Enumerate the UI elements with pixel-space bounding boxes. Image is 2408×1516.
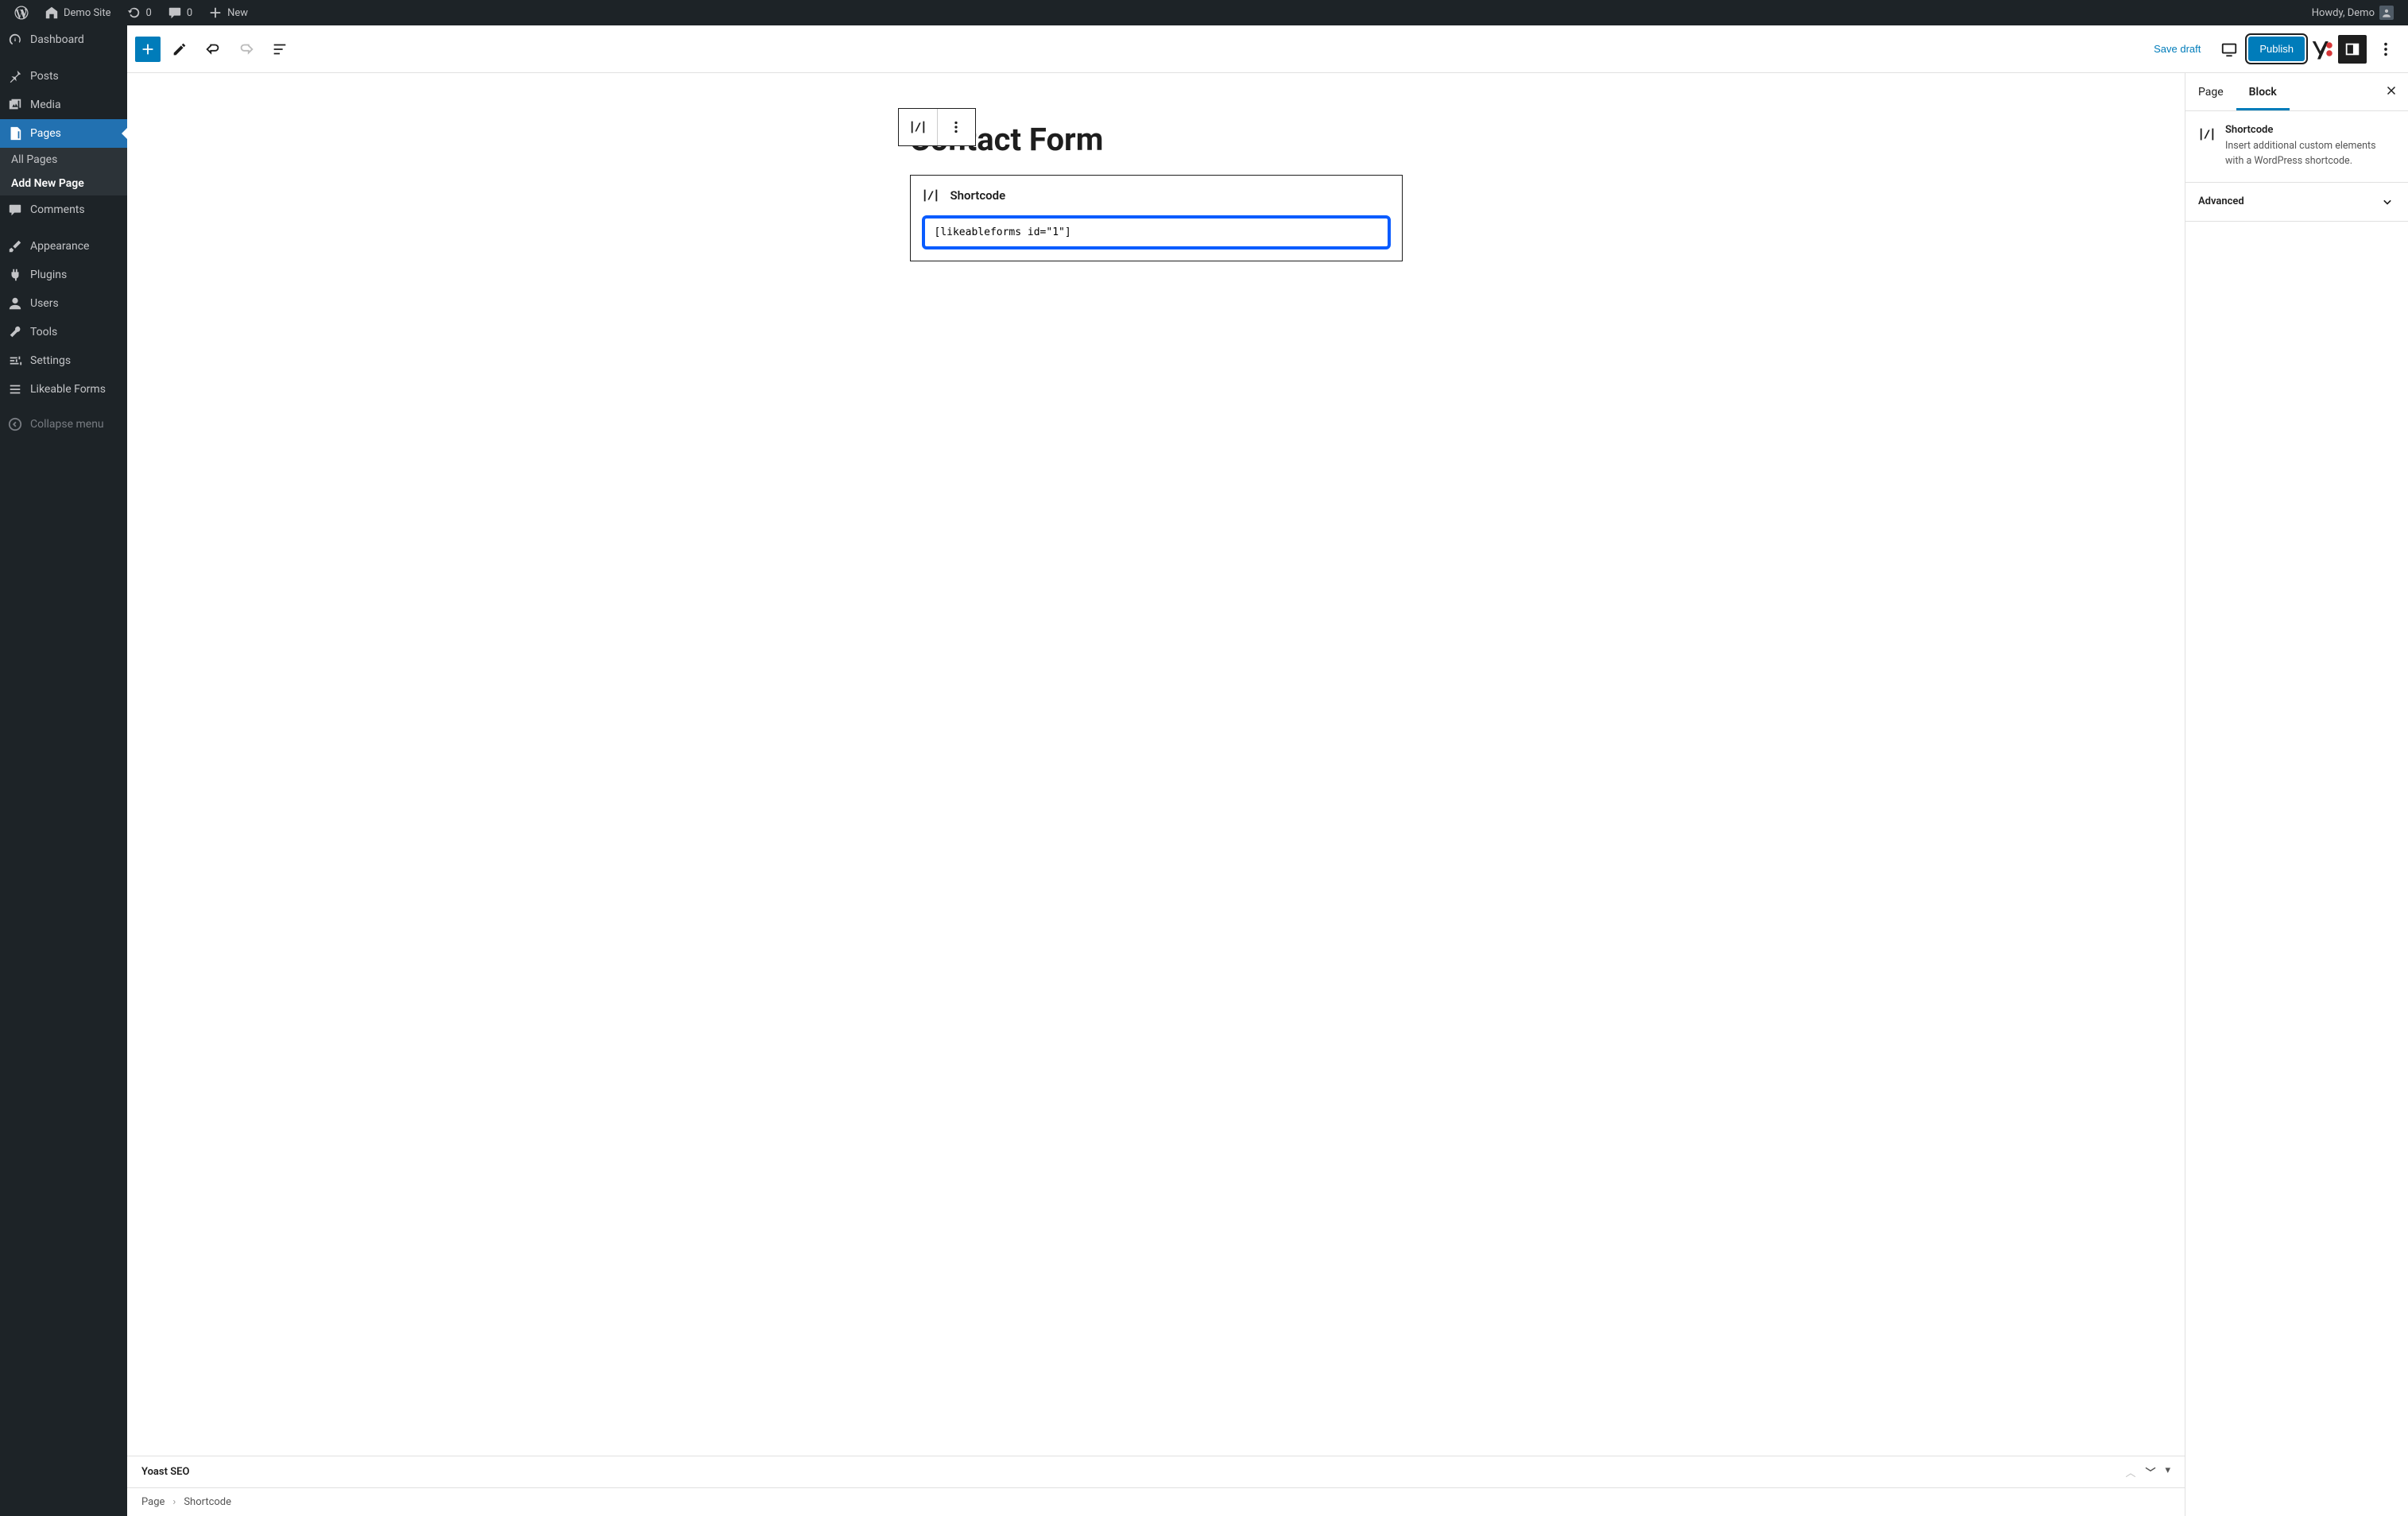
shortcode-input[interactable] — [927, 220, 1386, 245]
block-info-name: Shortcode — [2225, 124, 2395, 136]
plug-icon — [8, 268, 22, 282]
yoast-icon — [2309, 37, 2333, 61]
undo-icon — [204, 41, 222, 58]
site-name: Demo Site — [64, 7, 111, 19]
admin-menu: Dashboard Posts Media Pages All Pages Ad… — [0, 25, 127, 1516]
wordpress-icon — [14, 6, 29, 20]
editor-canvas[interactable]: Contact Form Shortcode — [894, 73, 1419, 325]
submenu-all-pages[interactable]: All Pages — [0, 148, 127, 172]
menu-pages-submenu: All Pages Add New Page — [0, 148, 127, 195]
block-type-button[interactable] — [899, 109, 937, 145]
panel-up-button[interactable]: ︿ — [2125, 1464, 2135, 1479]
document-overview-button[interactable] — [265, 35, 294, 64]
redo-icon — [238, 41, 255, 58]
plus-icon — [208, 6, 223, 20]
save-draft-button[interactable]: Save draft — [2144, 37, 2210, 61]
shortcode-icon — [2198, 126, 2216, 143]
admin-bar: Demo Site 0 0 New Howdy, Demo — [0, 0, 2408, 25]
user-icon — [8, 296, 22, 311]
settings-sidebar: Page Block Shortcode Insert additional c… — [2185, 73, 2408, 1516]
panel-toggle-button[interactable]: ▾ — [2165, 1464, 2170, 1479]
outline-icon — [271, 41, 288, 58]
chevron-right-icon: › — [172, 1496, 176, 1508]
comment-icon — [168, 6, 182, 20]
submenu-add-new-page[interactable]: Add New Page — [0, 172, 127, 195]
pencil-icon — [171, 41, 188, 58]
home-icon — [45, 6, 59, 20]
yoast-seo-panel[interactable]: Yoast SEO ︿ ﹀ ▾ — [127, 1456, 2185, 1487]
tools-button[interactable] — [165, 35, 194, 64]
comments-count: 0 — [187, 7, 192, 19]
shortcode-icon — [922, 187, 939, 204]
menu-tools[interactable]: Tools — [0, 318, 127, 346]
plus-icon — [139, 41, 157, 58]
collapse-icon — [8, 417, 22, 431]
updates-count: 0 — [146, 7, 152, 19]
yoast-seo-label: Yoast SEO — [141, 1466, 189, 1478]
tab-page[interactable]: Page — [2185, 75, 2236, 110]
menu-users[interactable]: Users — [0, 289, 127, 318]
publish-button[interactable]: Publish — [2248, 37, 2305, 61]
menu-posts[interactable]: Posts — [0, 62, 127, 91]
updates-link[interactable]: 0 — [119, 0, 160, 25]
shortcode-icon — [909, 118, 927, 136]
settings-toggle-button[interactable] — [2338, 35, 2367, 64]
editor-header: Save draft Publish — [127, 25, 2408, 73]
post-title[interactable]: Contact Form — [910, 121, 1403, 159]
block-info-description: Insert additional custom elements with a… — [2225, 139, 2395, 169]
site-name-link[interactable]: Demo Site — [37, 0, 119, 25]
block-inserter-button[interactable] — [135, 37, 161, 62]
desktop-icon — [2220, 41, 2238, 58]
options-button[interactable] — [2371, 35, 2400, 64]
close-icon — [2384, 83, 2398, 98]
menu-settings[interactable]: Settings — [0, 346, 127, 375]
menu-pages[interactable]: Pages — [0, 119, 127, 148]
shortcode-block[interactable]: Shortcode — [910, 175, 1403, 261]
close-settings-button[interactable] — [2375, 74, 2408, 110]
yoast-indicator[interactable] — [2309, 37, 2333, 61]
pin-icon — [8, 69, 22, 83]
sliders-icon — [8, 354, 22, 368]
media-icon — [8, 98, 22, 112]
new-content-link[interactable]: New — [200, 0, 256, 25]
tab-block[interactable]: Block — [2236, 75, 2290, 110]
editor: Save draft Publish — [127, 25, 2408, 1516]
breadcrumb-current: Shortcode — [184, 1496, 231, 1508]
pages-icon — [8, 126, 22, 141]
advanced-panel-toggle[interactable]: Advanced — [2185, 183, 2408, 222]
comments-icon — [8, 203, 22, 217]
menu-likeable-forms[interactable]: Likeable Forms — [0, 375, 127, 404]
undo-button[interactable] — [199, 35, 227, 64]
more-vertical-icon — [947, 118, 965, 136]
howdy-text: Howdy, Demo — [2312, 7, 2375, 19]
menu-plugins[interactable]: Plugins — [0, 261, 127, 289]
brush-icon — [8, 239, 22, 253]
chevron-down-icon — [2379, 194, 2395, 210]
dashboard-icon — [8, 33, 22, 47]
collapse-menu[interactable]: Collapse menu — [0, 410, 127, 439]
shortcode-block-label: Shortcode — [950, 188, 1006, 203]
block-info: Shortcode Insert additional custom eleme… — [2185, 111, 2408, 183]
wp-logo[interactable] — [6, 0, 37, 25]
block-breadcrumb: Page › Shortcode — [127, 1487, 2185, 1516]
comments-link[interactable]: 0 — [160, 0, 200, 25]
panel-icon — [2344, 41, 2361, 58]
block-options-button[interactable] — [937, 109, 975, 145]
list-icon — [8, 382, 22, 396]
wrench-icon — [8, 325, 22, 339]
menu-dashboard[interactable]: Dashboard — [0, 25, 127, 54]
block-toolbar — [898, 108, 976, 146]
menu-appearance[interactable]: Appearance — [0, 232, 127, 261]
panel-down-button[interactable]: ﹀ — [2145, 1464, 2155, 1479]
menu-comments[interactable]: Comments — [0, 195, 127, 224]
more-vertical-icon — [2377, 41, 2394, 58]
menu-media[interactable]: Media — [0, 91, 127, 119]
redo-button[interactable] — [232, 35, 261, 64]
new-label: New — [227, 7, 248, 19]
avatar-icon — [2379, 6, 2394, 20]
account-link[interactable]: Howdy, Demo — [2304, 0, 2402, 25]
breadcrumb-root[interactable]: Page — [141, 1496, 165, 1508]
preview-button[interactable] — [2215, 35, 2243, 64]
refresh-icon — [127, 6, 141, 20]
